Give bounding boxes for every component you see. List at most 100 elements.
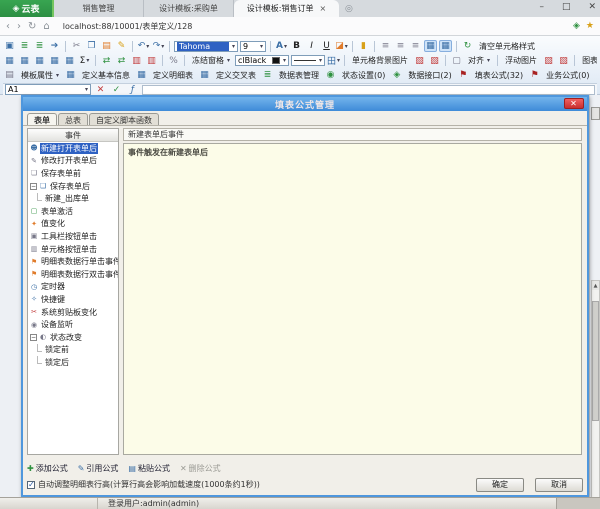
reload-icon[interactable]: ↻ (28, 21, 36, 32)
add-float-image-icon[interactable]: ▧ (542, 55, 555, 67)
home-icon[interactable]: ⌂ (43, 21, 49, 32)
refresh-style-icon[interactable]: ↻ (461, 40, 474, 52)
tree-item-state-change[interactable]: −◐状态改变 (28, 331, 118, 344)
align-box-icon[interactable]: ▢ (450, 55, 463, 67)
resize-table-icon[interactable]: ▦ (63, 55, 76, 67)
toolbar-data-interface[interactable]: 数据接口(2) (405, 70, 454, 81)
toolbar-define-detail-table[interactable]: 定义明细表 (150, 70, 196, 81)
borders-icon[interactable]: 田▾ (327, 55, 340, 67)
tree-item-cell-button-click[interactable]: ▥单元格按钮单击 (28, 243, 118, 256)
line-style-select[interactable]: ▾ (291, 55, 325, 66)
float-image-button[interactable]: 浮动图片 (502, 55, 540, 66)
paste-icon[interactable]: ▤ (100, 40, 113, 52)
add-bg-image-icon[interactable]: ▧ (413, 55, 426, 67)
extension-diamond-icon[interactable]: ◈ (573, 21, 580, 31)
tree-item-after-lock[interactable]: 锁定后 (28, 356, 118, 369)
toolbar-define-basic-info[interactable]: 定义基本信息 (79, 70, 133, 81)
add-formula-button[interactable]: ✚添加公式 (27, 463, 68, 474)
formula-confirm-icon[interactable]: ✓ (110, 84, 123, 96)
underline-icon[interactable]: U (320, 40, 333, 52)
clear-range-icon[interactable]: ▥ (145, 55, 158, 67)
italic-icon[interactable]: I (305, 40, 318, 52)
toolbar-business-formula[interactable]: 业务公式(0) (543, 70, 592, 81)
save-icon[interactable]: ▣ (3, 40, 16, 52)
paste-formula-button[interactable]: ▤粘贴公式 (128, 463, 170, 474)
cut-icon[interactable]: ✂ (70, 40, 83, 52)
clear-cell-style-button[interactable]: 清空单元格样式 (476, 41, 538, 52)
delete-row-icon[interactable]: ▦ (33, 55, 46, 67)
freeze-panes-button[interactable]: 冻结窗格▾ (189, 55, 233, 66)
tree-item-before-lock[interactable]: 锁定前 (28, 344, 118, 357)
forward-icon[interactable]: › (17, 21, 21, 32)
cloud-table-logo[interactable]: ◈ 云表 (0, 0, 54, 17)
collapse-icon[interactable]: − (30, 183, 37, 190)
remove-bg-image-icon[interactable]: ▧ (428, 55, 441, 67)
formula-editor[interactable]: 事件触发在新建表单后 (123, 143, 582, 455)
tab-design-sales-order[interactable]: 设计模板:销售订单 × (234, 0, 339, 17)
share-icon[interactable]: ➔ (48, 40, 61, 52)
format-brush-icon[interactable]: ✎ (115, 40, 128, 52)
align-center-icon[interactable]: ≡ (394, 40, 407, 52)
insert-column-icon[interactable]: ▦ (18, 55, 31, 67)
bookmark-star-icon[interactable]: ★ (586, 21, 594, 31)
scroll-thumb[interactable] (592, 301, 599, 421)
tree-item-detail-row-dblclick[interactable]: ⚑明细表数据行双击事件 (28, 268, 118, 281)
undo-icon[interactable]: ↶▾ (137, 40, 150, 52)
export-icon[interactable]: ≣ (33, 40, 46, 52)
new-tab-icon[interactable]: ◎ (339, 0, 359, 17)
scroll-up-icon[interactable]: ▲ (592, 281, 599, 290)
font-size-select[interactable]: 9 ▾ (240, 41, 266, 52)
tree-item-detail-row-click[interactable]: ⚑明细表数据行单击事件 (28, 255, 118, 268)
toolbar-fill-formula[interactable]: 填表公式(32) (472, 70, 526, 81)
back-icon[interactable]: ‹ (6, 21, 10, 32)
align-left-icon[interactable]: ≡ (379, 40, 392, 52)
insert-function-icon[interactable]: ƒ (126, 84, 139, 96)
insert-row-icon[interactable]: ▦ (3, 55, 16, 67)
import-icon[interactable]: ≣ (18, 40, 31, 52)
tree-item-value-change[interactable]: ✦值变化 (28, 218, 118, 231)
lock-cell-icon[interactable]: ▮ (357, 40, 370, 52)
tree-item-hotkey[interactable]: ✧快捷键 (28, 293, 118, 306)
chart-button[interactable]: 图表 (579, 55, 597, 66)
maximize-icon[interactable]: □ (562, 2, 571, 12)
sum-icon[interactable]: Σ▾ (78, 55, 91, 67)
cell-bg-image-button[interactable]: 单元格背景图片 (349, 55, 411, 66)
redo-icon[interactable]: ↷▾ (152, 40, 165, 52)
formula-input[interactable] (142, 85, 595, 95)
merge-cells-icon[interactable]: ▦ (424, 40, 437, 52)
toolbar-define-cross-table[interactable]: 定义交叉表 (213, 70, 259, 81)
tree-item-clipboard-change[interactable]: ✂系统剪贴板变化 (28, 306, 118, 319)
tab-design-purchase-order[interactable]: 设计模板:采购单 (144, 0, 234, 17)
page-edge-button[interactable] (591, 107, 600, 120)
copy-icon[interactable]: ❐ (85, 40, 98, 52)
ok-button[interactable]: 确定 (476, 478, 524, 492)
minimize-icon[interactable]: – (539, 2, 544, 12)
tree-item-before-save-form[interactable]: ❏保存表单前 (28, 167, 118, 180)
cell-name-box[interactable]: A1 ▾ (5, 84, 91, 95)
tree-item-new-outbound-order[interactable]: 新建_出库单 (28, 192, 118, 205)
tree-item-after-save-form[interactable]: −❏保存表单后 (28, 180, 118, 193)
font-color-icon[interactable]: A▾ (275, 40, 288, 52)
toolbar-status-settings[interactable]: 状态设置(0) (339, 70, 388, 81)
tree-item-after-new-open-form[interactable]: ☻新建打开表单后 (28, 142, 118, 155)
toolbar-data-table-management[interactable]: 数据表管理 (276, 70, 322, 81)
window-close-icon[interactable]: ✕ (588, 2, 596, 12)
tree-item-after-modify-open-form[interactable]: ✎修改打开表单后 (28, 155, 118, 168)
percent-format-icon[interactable]: % (167, 55, 180, 67)
font-family-select[interactable]: Tahoma ▾ (174, 41, 238, 52)
auto-row-height-checkbox[interactable] (27, 481, 35, 489)
cancel-button[interactable]: 取消 (535, 478, 583, 492)
reference-formula-button[interactable]: ✎引用公式 (78, 463, 119, 474)
tree-item-timer[interactable]: ◷定时器 (28, 281, 118, 294)
tab-close-icon[interactable]: × (320, 4, 327, 13)
dialog-close-icon[interactable]: ✕ (564, 98, 584, 109)
align-right-icon[interactable]: ≡ (409, 40, 422, 52)
tree-item-device-listen[interactable]: ◉设备监听 (28, 318, 118, 331)
unlink-cell-icon[interactable]: ⇄ (115, 55, 128, 67)
tree-item-toolbar-button-click[interactable]: ▣工具栏按钮单击 (28, 230, 118, 243)
formula-cancel-icon[interactable]: ✕ (94, 84, 107, 96)
url-text[interactable]: localhost:88/10001/表单定义/128 (63, 21, 566, 32)
delete-formula-button[interactable]: ✕删除公式 (180, 463, 221, 474)
page-vertical-scrollbar[interactable]: ▲ ▼ (591, 280, 600, 509)
bold-icon[interactable]: B (290, 40, 303, 52)
